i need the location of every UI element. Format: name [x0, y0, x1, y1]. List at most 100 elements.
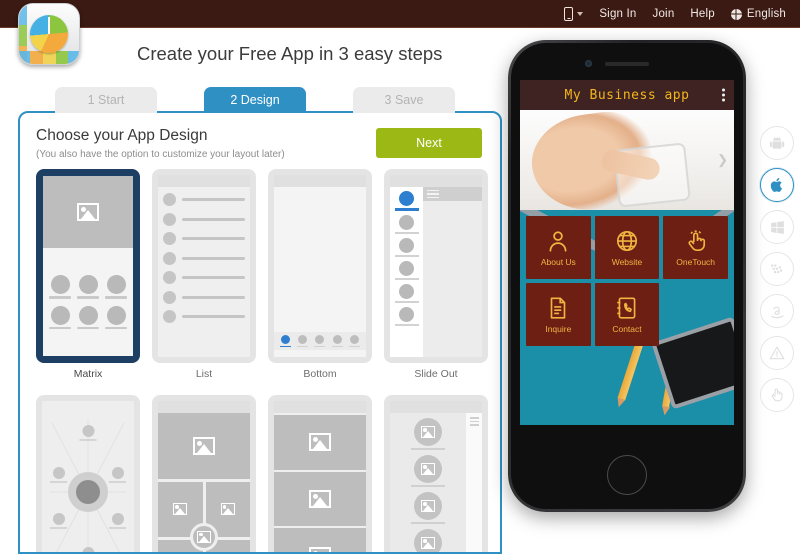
warning-triangle-icon: [769, 346, 785, 360]
content-pane: [423, 187, 482, 357]
app-tile-contact[interactable]: Contact: [594, 283, 660, 346]
home-button[interactable]: [607, 455, 647, 495]
app-title: My Business app: [564, 87, 690, 103]
platform-android-button[interactable]: [760, 126, 794, 160]
row-text-bar: [182, 198, 245, 201]
cell-icon: [50, 275, 70, 294]
template-slide-out-frame: [384, 169, 488, 363]
template-slide-out[interactable]: Slide Out: [384, 169, 488, 380]
slide-out-body: [390, 187, 482, 357]
radial-node: [79, 425, 97, 441]
template-list-preview: [158, 175, 250, 357]
app-tile-onetouch[interactable]: OneTouch: [663, 216, 728, 279]
status-bar: [390, 401, 482, 413]
image-placeholder-icon: [173, 503, 188, 516]
image-placeholder-icon: [421, 537, 435, 549]
app-hero-image: ❯: [520, 110, 734, 210]
app-tile-about-us[interactable]: About Us: [526, 216, 591, 279]
cell-label-bar: [105, 296, 127, 299]
platform-windows-button[interactable]: [760, 210, 794, 244]
platform-amazon-button[interactable]: [760, 294, 794, 328]
stack-rows: [274, 413, 366, 552]
platform-hand-button[interactable]: [760, 378, 794, 412]
language-label: English: [746, 8, 786, 20]
help-link[interactable]: Help: [690, 8, 714, 20]
template-radial[interactable]: [36, 395, 140, 552]
next-button[interactable]: Next: [376, 128, 482, 158]
template-circle-list-frame: [384, 395, 488, 552]
row-text-bar: [182, 217, 245, 221]
radial-node: [109, 513, 126, 529]
phone-book-icon: [617, 297, 636, 319]
radial-layout: [42, 401, 134, 552]
hero-image-placeholder: [43, 176, 133, 248]
template-grid-hub[interactable]: [152, 395, 256, 552]
join-link[interactable]: Join: [653, 8, 675, 20]
menu-label-bar: [394, 277, 419, 280]
tab-icon-active: [281, 335, 291, 344]
row-text-bar: [182, 276, 245, 279]
platform-unity-button[interactable]: [760, 336, 794, 370]
item-thumbnail: [414, 455, 442, 483]
platform-blackberry-button[interactable]: [760, 252, 794, 286]
template-matrix-preview: [43, 176, 133, 356]
matrix-cell: [75, 305, 101, 329]
page-title: Create your Free App in 3 easy steps: [137, 43, 443, 64]
app-title-bar: My Business app: [520, 80, 734, 110]
template-bottom-frame: [268, 169, 372, 363]
template-list[interactable]: List: [152, 169, 256, 380]
android-icon: [769, 137, 785, 149]
image-placeholder-icon: [220, 503, 235, 516]
template-bottom[interactable]: Bottom: [268, 169, 372, 380]
tab-label-bar: [297, 345, 309, 347]
tab-icon: [298, 335, 308, 344]
circle-list-item: [411, 455, 445, 487]
chevron-right-icon[interactable]: ❯: [717, 152, 728, 168]
template-grid-hub-preview: [158, 401, 250, 552]
radial-node: [80, 547, 97, 552]
mobile-phone-menu[interactable]: [564, 7, 584, 21]
item-label-bar: [411, 522, 445, 524]
hand-cursor-icon: [771, 388, 783, 402]
menu-label-bar: [394, 254, 419, 257]
template-matrix-frame: [36, 169, 140, 363]
tab-start-label: 1 Start: [87, 93, 125, 107]
platform-apple-button[interactable]: [760, 168, 794, 202]
sign-in-link[interactable]: Sign In: [599, 8, 636, 20]
template-matrix[interactable]: Matrix: [36, 169, 140, 380]
cell-icon: [106, 275, 126, 294]
blackberry-icon: [770, 264, 782, 273]
menu-icon: [399, 283, 415, 299]
panel-heading: Choose your App Design: [36, 127, 208, 144]
stack-row: [274, 471, 366, 527]
tab-design[interactable]: 2 Design: [204, 87, 306, 113]
app-tile-website[interactable]: Website: [594, 216, 660, 279]
template-slide-out-preview: [390, 175, 482, 357]
tab-save[interactable]: 3 Save: [353, 87, 455, 113]
mobile-phone-icon: [564, 7, 574, 21]
app-tile-inquire[interactable]: Inquire: [526, 283, 591, 346]
template-radial-preview: [42, 401, 134, 552]
platform-rail: [760, 126, 794, 412]
image-placeholder-icon: [421, 426, 435, 438]
template-list-frame: [152, 169, 256, 363]
windows-icon: [770, 220, 784, 234]
list-item: [163, 310, 245, 323]
language-selector[interactable]: English: [730, 8, 786, 20]
tab-start[interactable]: 1 Start: [55, 87, 157, 113]
status-bar: [274, 175, 366, 187]
status-bar: [158, 401, 250, 413]
app-builder-logo[interactable]: [18, 3, 80, 65]
touch-hand-icon: [688, 230, 705, 252]
list-item: [163, 290, 245, 304]
row-text-bar: [182, 256, 245, 260]
template-stack[interactable]: [268, 395, 372, 552]
menu-item: [393, 306, 420, 326]
template-circle-list[interactable]: [384, 395, 488, 552]
kebab-menu-icon[interactable]: [722, 88, 725, 102]
radial-node: [109, 467, 126, 483]
image-placeholder-icon: [197, 530, 211, 543]
status-bar: [274, 401, 366, 413]
circle-list-item: [411, 492, 445, 524]
menu-label-bar: [394, 231, 419, 234]
